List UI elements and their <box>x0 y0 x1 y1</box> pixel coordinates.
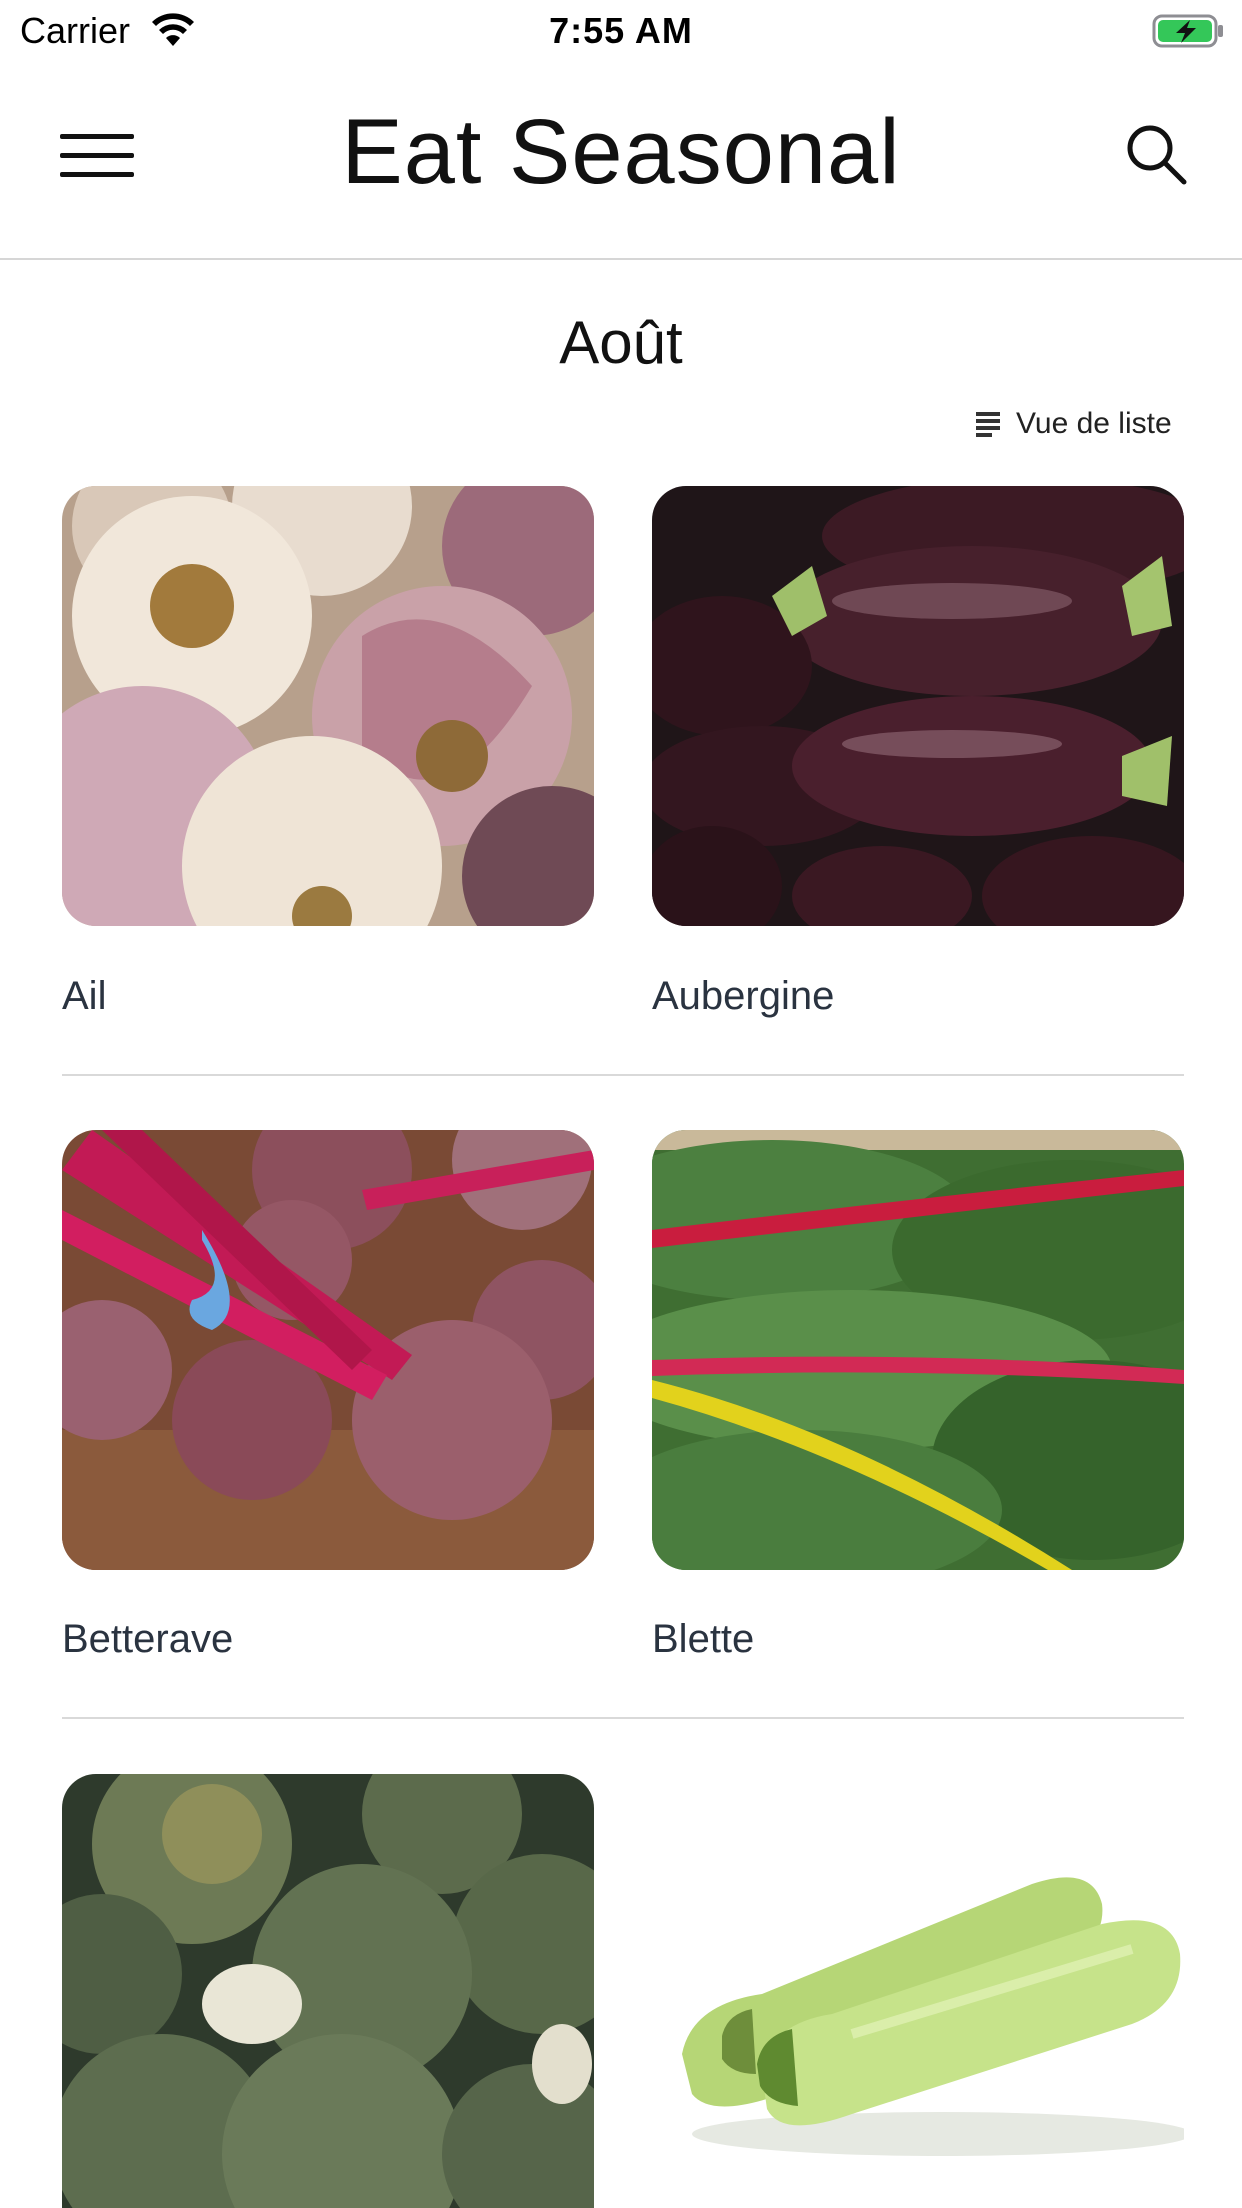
chard-photo[interactable] <box>652 1130 1184 1570</box>
list-icon <box>976 412 1000 437</box>
beetroot-photo[interactable] <box>62 1130 594 1570</box>
zucchini-photo[interactable] <box>652 1774 1184 2208</box>
status-time: 7:55 AM <box>549 10 693 51</box>
row-divider <box>62 1717 1184 1719</box>
item-label-aubergine[interactable]: Aubergine <box>652 974 834 1019</box>
garlic-photo[interactable] <box>62 486 594 926</box>
search-icon[interactable] <box>1120 118 1192 190</box>
month-title: Août <box>559 309 683 376</box>
item-label-ail[interactable]: Ail <box>62 974 106 1019</box>
broccoli-photo[interactable] <box>62 1774 594 2208</box>
list-view-label: Vue de liste <box>1016 407 1172 440</box>
header-divider <box>0 258 1242 260</box>
row-divider <box>62 1074 1184 1076</box>
item-label-blette[interactable]: Blette <box>652 1617 754 1662</box>
list-view-toggle[interactable]: Vue de liste <box>976 402 1172 446</box>
app-title: Eat Seasonal <box>341 101 901 203</box>
battery-charging-icon <box>1152 14 1223 48</box>
item-label-betterave[interactable]: Betterave <box>62 1617 233 1662</box>
eggplant-photo[interactable] <box>652 486 1184 926</box>
